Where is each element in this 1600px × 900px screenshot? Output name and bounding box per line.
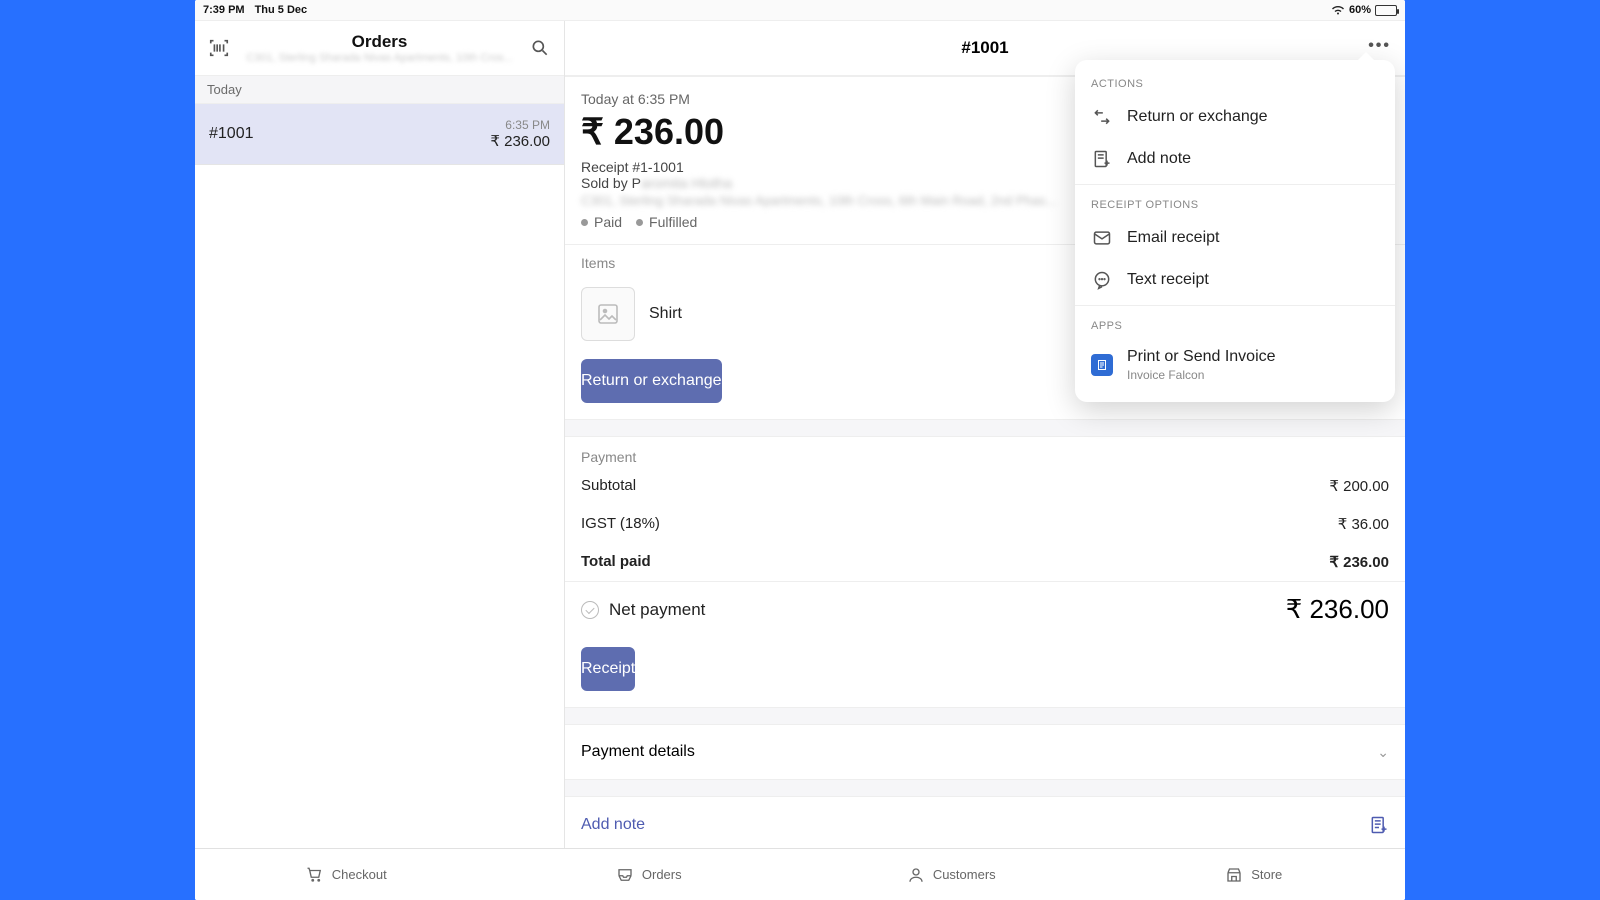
popover-return-exchange[interactable]: Return or exchange (1075, 96, 1395, 138)
check-circle-icon (581, 601, 599, 619)
item-name: Shirt (649, 305, 682, 323)
note-plus-icon (1091, 148, 1113, 170)
receipt-button[interactable]: Receipt (581, 647, 635, 691)
note-add-icon (1369, 815, 1389, 835)
mail-icon (1091, 227, 1113, 249)
order-list-item[interactable]: #1001 6:35 PM ₹ 236.00 (195, 104, 564, 165)
tab-checkout[interactable]: Checkout (195, 849, 498, 900)
order-amount: ₹ 236.00 (490, 132, 550, 150)
status-bar: 7:39 PM Thu 5 Dec 60% (195, 0, 1405, 20)
section-today: Today (195, 76, 564, 104)
orders-sidebar: Orders C301, Sterling Sharada Nivas Apar… (195, 21, 565, 848)
invoice-app-icon (1091, 354, 1113, 376)
order-time: 6:35 PM (490, 118, 550, 132)
sidebar-subtitle: C301, Sterling Sharada Nivas Apartments,… (233, 52, 526, 64)
battery-icon (1375, 5, 1397, 16)
battery-percent: 60% (1349, 4, 1371, 16)
status-time: 7:39 PM (203, 4, 245, 16)
subtotal-row: Subtotal₹ 200.00 (565, 467, 1405, 505)
payment-details-row[interactable]: Payment details ⌄ (565, 724, 1405, 780)
tab-customers[interactable]: Customers (800, 849, 1103, 900)
cart-icon (306, 866, 324, 884)
popover-section-apps: APPS (1075, 310, 1395, 338)
bottom-tab-bar: Checkout Orders Customers Store (195, 848, 1405, 900)
popover-email-receipt[interactable]: Email receipt (1075, 217, 1395, 259)
inbox-icon (616, 866, 634, 884)
wifi-icon (1331, 5, 1345, 15)
tab-orders[interactable]: Orders (498, 849, 801, 900)
payment-heading: Payment (565, 437, 1405, 467)
add-note-row[interactable]: Add note (565, 796, 1405, 848)
order-id: #1001 (209, 125, 254, 143)
image-placeholder-icon (581, 287, 635, 341)
total-paid-row: Total paid₹ 236.00 (565, 543, 1405, 581)
user-icon (907, 866, 925, 884)
actions-popover: ACTIONS Return or exchange Add note RECE… (1075, 60, 1395, 402)
tax-row: IGST (18%)₹ 36.00 (565, 505, 1405, 543)
search-icon[interactable] (526, 34, 554, 62)
barcode-scan-icon[interactable] (205, 34, 233, 62)
fulfilled-badge: Fulfilled (636, 214, 697, 230)
popover-print-invoice[interactable]: Print or Send Invoice Invoice Falcon (1075, 338, 1395, 392)
paid-badge: Paid (581, 214, 622, 230)
return-exchange-button[interactable]: Return or exchange (581, 359, 722, 403)
popover-text-receipt[interactable]: Text receipt (1075, 259, 1395, 301)
tab-store[interactable]: Store (1103, 849, 1406, 900)
chat-icon (1091, 269, 1113, 291)
store-icon (1225, 866, 1243, 884)
order-detail-pane: #1001 ••• Today at 6:35 PM ₹ 236.00 Rece… (565, 21, 1405, 848)
sidebar-title: Orders (233, 32, 526, 52)
net-payment-row: Net payment ₹ 236.00 (565, 581, 1405, 637)
popover-section-receipt: RECEIPT OPTIONS (1075, 189, 1395, 217)
exchange-icon (1091, 106, 1113, 128)
detail-title: #1001 (961, 38, 1008, 58)
status-date: Thu 5 Dec (255, 4, 308, 16)
popover-add-note[interactable]: Add note (1075, 138, 1395, 180)
chevron-down-icon: ⌄ (1377, 744, 1389, 761)
popover-section-actions: ACTIONS (1075, 68, 1395, 96)
